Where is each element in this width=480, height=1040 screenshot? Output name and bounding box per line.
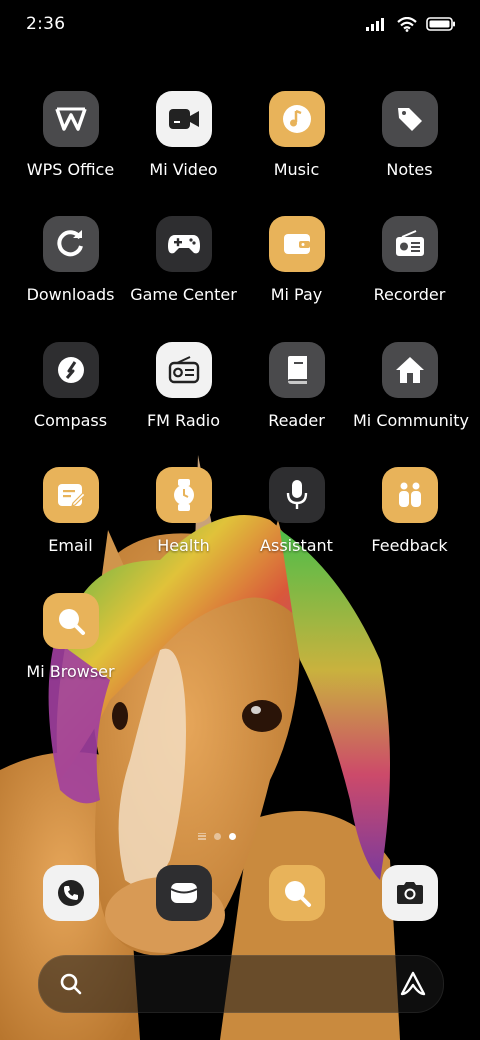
message-icon[interactable] xyxy=(155,865,212,921)
microphone-icon[interactable] xyxy=(268,467,325,523)
phone-icon[interactable] xyxy=(42,865,99,921)
app-mi-pay[interactable]: Mi Pay xyxy=(240,216,353,305)
app-label: Health xyxy=(157,536,210,555)
app-reader[interactable]: Reader xyxy=(240,342,353,431)
video-camera-icon[interactable] xyxy=(155,91,212,147)
gamepad-icon[interactable] xyxy=(155,216,212,272)
dock-phone[interactable] xyxy=(14,865,127,921)
compass-icon[interactable] xyxy=(42,342,99,398)
wifi-icon xyxy=(397,16,417,32)
app-label: Downloads xyxy=(26,285,115,304)
status-icons xyxy=(366,14,456,34)
download-arrow-icon[interactable] xyxy=(42,216,99,272)
email-edit-icon[interactable] xyxy=(42,467,99,523)
app-notes[interactable]: Notes xyxy=(353,91,466,180)
watch-icon[interactable] xyxy=(155,467,212,523)
app-mi-browser[interactable]: Mi Browser xyxy=(14,593,127,682)
app-assistant[interactable]: Assistant xyxy=(240,467,353,556)
app-label: Assistant xyxy=(260,536,333,555)
dock xyxy=(14,865,466,925)
app-label: Game Center xyxy=(130,285,237,304)
app-label: Reader xyxy=(268,411,325,430)
menu-lines-icon xyxy=(198,832,206,840)
app-downloads[interactable]: Downloads xyxy=(14,216,127,305)
app-fm-radio[interactable]: FM Radio xyxy=(127,342,240,431)
book-icon[interactable] xyxy=(268,342,325,398)
search-bar[interactable] xyxy=(38,955,444,1013)
app-label: Mi Video xyxy=(149,160,218,179)
app-label: Notes xyxy=(386,160,433,179)
dock-camera[interactable] xyxy=(353,865,466,921)
app-game-center[interactable]: Game Center xyxy=(127,216,240,305)
music-note-icon[interactable] xyxy=(268,91,325,147)
app-label: WPS Office xyxy=(26,160,115,179)
app-label: Compass xyxy=(33,411,108,430)
app-email[interactable]: Email xyxy=(14,467,127,556)
app-label: Feedback xyxy=(371,536,448,555)
app-label: Recorder xyxy=(373,285,446,304)
app-recorder[interactable]: Recorder xyxy=(353,216,466,305)
app-label: Music xyxy=(273,160,320,179)
assistant-a-icon[interactable] xyxy=(399,970,427,998)
app-mi-community[interactable]: Mi Community xyxy=(353,342,469,431)
app-label: Mi Community xyxy=(353,411,469,430)
wallet-icon[interactable] xyxy=(268,216,325,272)
status-bar: 2:36 xyxy=(0,0,480,52)
app-label: FM Radio xyxy=(146,411,221,430)
app-label: Mi Browser xyxy=(26,662,115,681)
app-health[interactable]: Health xyxy=(127,467,240,556)
dock-browser[interactable] xyxy=(240,865,353,921)
home-icon[interactable] xyxy=(381,342,438,398)
feedback-icon[interactable] xyxy=(381,467,438,523)
search-magnifier-icon[interactable] xyxy=(268,865,325,921)
app-mi-video[interactable]: Mi Video xyxy=(127,91,240,180)
search-magnifier-icon[interactable] xyxy=(42,593,99,649)
app-wps-office[interactable]: WPS Office xyxy=(14,91,127,180)
camera-icon[interactable] xyxy=(381,865,438,921)
app-music[interactable]: Music xyxy=(240,91,353,180)
app-compass[interactable]: Compass xyxy=(14,342,127,431)
app-feedback[interactable]: Feedback xyxy=(353,467,466,556)
radio-icon[interactable] xyxy=(155,342,212,398)
page-indicator[interactable] xyxy=(198,830,248,842)
tag-icon[interactable] xyxy=(381,91,438,147)
page-dot xyxy=(214,832,221,840)
wps-office-icon[interactable] xyxy=(42,91,99,147)
radio-recorder-icon[interactable] xyxy=(381,216,438,272)
app-label: Email xyxy=(48,536,93,555)
page-dot-active xyxy=(229,832,236,840)
battery-icon xyxy=(426,17,455,31)
signal-icon xyxy=(366,18,384,31)
clock-time: 2:36 xyxy=(26,14,66,34)
search-icon xyxy=(60,973,82,995)
dock-messages[interactable] xyxy=(127,865,240,921)
app-label: Mi Pay xyxy=(270,285,323,304)
